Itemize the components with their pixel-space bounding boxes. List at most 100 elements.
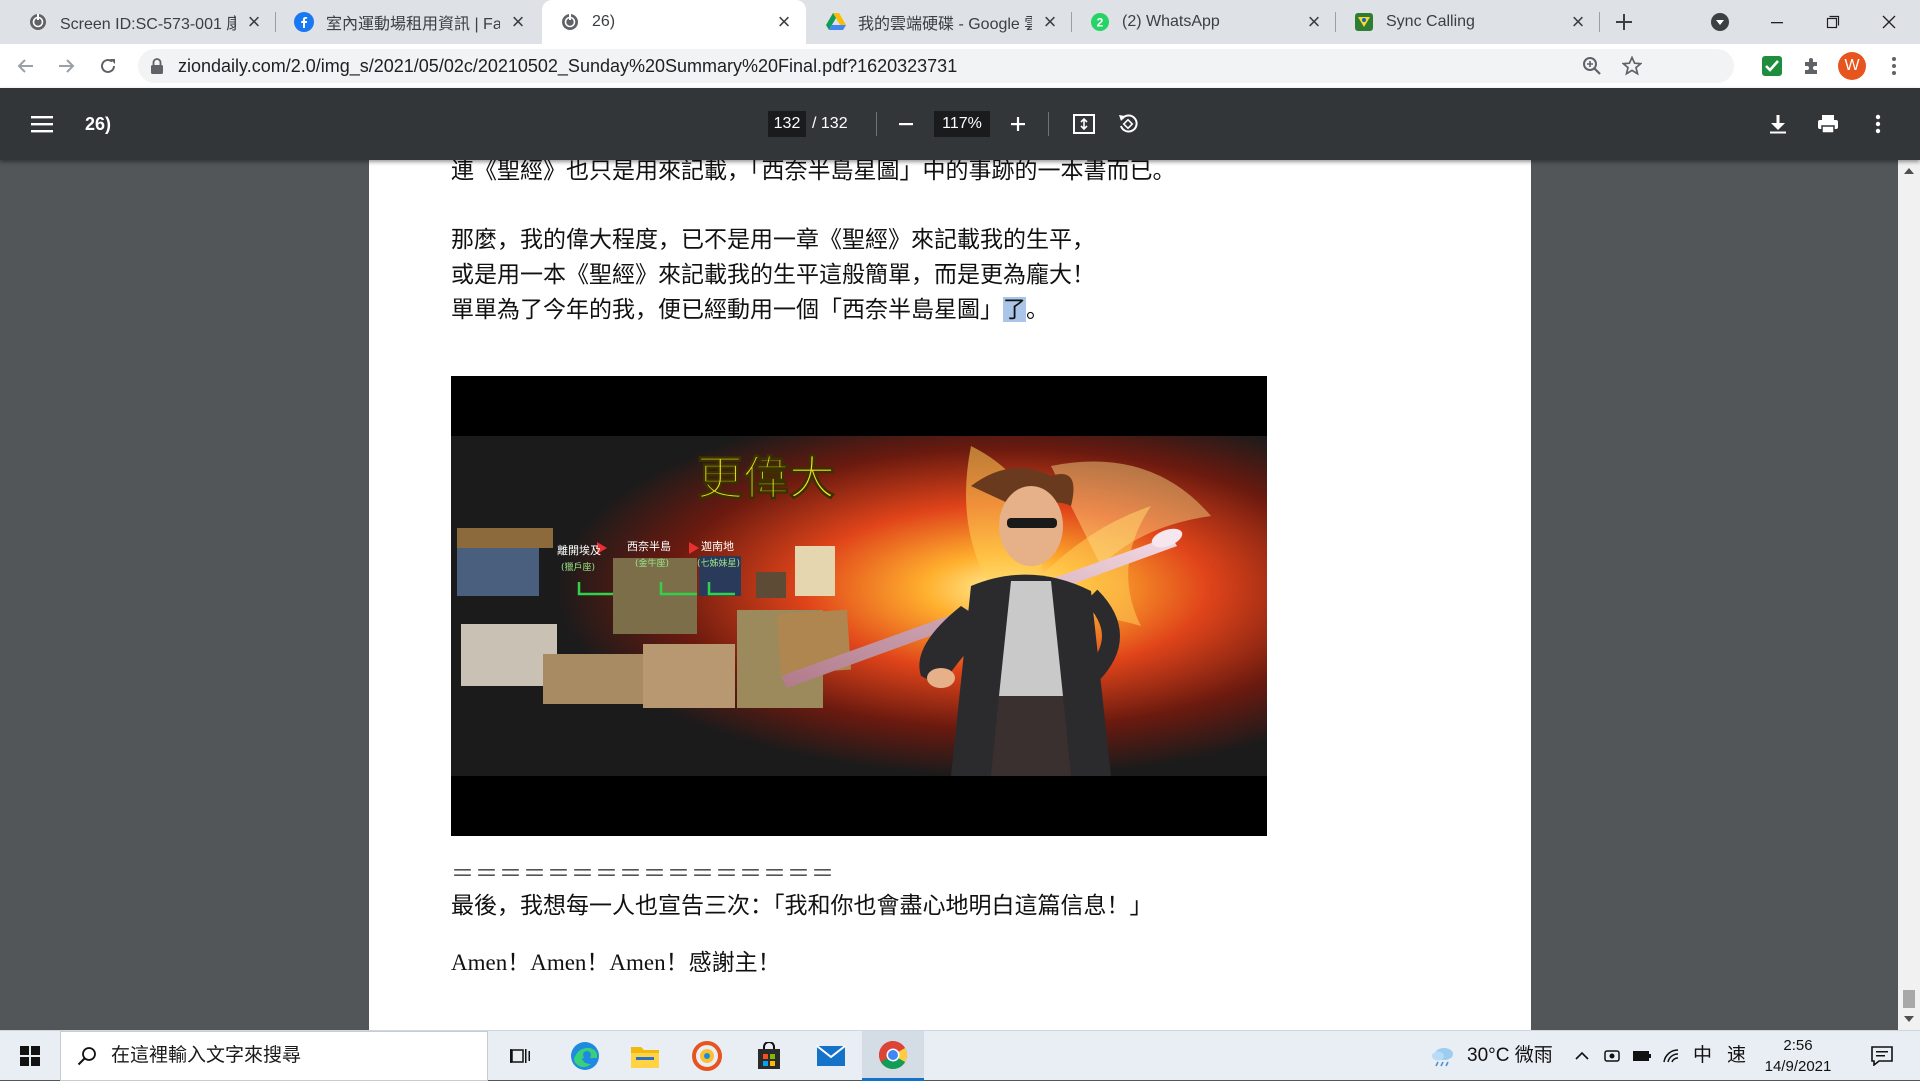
- print-button[interactable]: [1808, 104, 1848, 144]
- taskbar-search-box[interactable]: 在這裡輸入文字來搜尋: [60, 1031, 488, 1081]
- illustration-headline: 更偉大: [697, 451, 835, 505]
- whatsapp-icon: 2: [1090, 12, 1110, 32]
- google-drive-icon: [826, 12, 846, 32]
- close-tab-icon[interactable]: ×: [508, 11, 528, 33]
- close-tab-icon[interactable]: ×: [774, 11, 794, 33]
- tab-screen-id[interactable]: Screen ID:SC-573-001 康樂 ×: [10, 0, 276, 44]
- globe-icon: [28, 12, 48, 32]
- zoom-magnifier-icon[interactable]: [1582, 56, 1602, 81]
- cloud-rain-icon: [1432, 1048, 1453, 1067]
- tab-whatsapp[interactable]: 2 (2) WhatsApp ×: [1072, 0, 1336, 44]
- taskbar-clock[interactable]: 2:56 14/9/2021: [1760, 1035, 1836, 1077]
- pdf-more-button[interactable]: [1858, 104, 1898, 144]
- app-button-circle[interactable]: [682, 1031, 732, 1081]
- bookmark-star-icon[interactable]: [1621, 55, 1643, 81]
- mail-icon: [816, 1045, 846, 1066]
- tab-title: (2) WhatsApp: [1122, 13, 1220, 30]
- sync-calling-icon: [1354, 12, 1374, 32]
- address-bar[interactable]: ziondaily.com/2.0/img_s/2021/05/02c/2021…: [138, 49, 1734, 83]
- fit-to-page-button[interactable]: [1064, 104, 1104, 144]
- rotate-icon: [1119, 114, 1138, 133]
- notification-icon: [1871, 1046, 1893, 1066]
- scrollbar-thumb[interactable]: [1903, 990, 1915, 1008]
- search-placeholder: 在這裡輸入文字來搜尋: [111, 1045, 302, 1066]
- tab-google-drive[interactable]: 我的雲端硬碟 - Google 雲端硬碟 ×: [808, 0, 1072, 44]
- pdf-toolbar: 26) 132 / 132 117%: [0, 88, 1920, 160]
- mail-button[interactable]: [806, 1031, 856, 1081]
- folder-icon: [631, 1047, 659, 1068]
- close-window-button[interactable]: [1864, 0, 1914, 44]
- chrome-icon: [879, 1040, 907, 1069]
- start-button[interactable]: [0, 1031, 60, 1081]
- pdf-page: 連《聖經》也只是用來記載，「西奈半島星圖」中的事跡的一本書而已。 那麼，我的偉大…: [369, 160, 1531, 1030]
- chevron-up-icon: [1575, 1051, 1589, 1060]
- scroll-up-arrow-icon[interactable]: [1904, 168, 1914, 174]
- battery-icon[interactable]: [1630, 1031, 1654, 1081]
- file-explorer-button[interactable]: [620, 1031, 670, 1081]
- close-tab-icon[interactable]: ×: [1040, 11, 1060, 33]
- tray-overflow-button[interactable]: [1570, 1031, 1594, 1081]
- profile-button[interactable]: W: [1832, 44, 1872, 88]
- wifi-icon[interactable]: [1660, 1031, 1684, 1081]
- vertical-scrollbar[interactable]: [1898, 160, 1920, 1030]
- zoom-out-button[interactable]: [886, 104, 926, 144]
- avatar: W: [1838, 52, 1866, 80]
- clock-date: 14/9/2021: [1764, 1058, 1832, 1075]
- edge-icon: [571, 1042, 599, 1070]
- task-view-button[interactable]: [498, 1031, 542, 1081]
- rotate-button[interactable]: [1108, 104, 1148, 144]
- text-selection-highlight: 了: [1003, 297, 1026, 322]
- lock-icon: [150, 57, 164, 80]
- tab-title: 我的雲端硬碟 - Google 雲端硬碟: [858, 16, 1032, 33]
- reload-icon: [101, 58, 115, 73]
- new-tab-button[interactable]: [1606, 0, 1642, 44]
- close-tab-icon[interactable]: ×: [1304, 11, 1324, 33]
- back-button[interactable]: [6, 44, 46, 88]
- text-line: 連《聖經》也只是用來記載，「西奈半島星圖」中的事跡的一本書而已。: [451, 160, 1176, 183]
- minimize-icon: [1771, 22, 1783, 24]
- tab-sync-calling[interactable]: Sync Calling ×: [1336, 0, 1600, 44]
- fit-page-icon: [1073, 114, 1095, 134]
- tab-pdf-active[interactable]: 26) ×: [542, 0, 806, 44]
- clock-time: 2:56: [1783, 1037, 1813, 1054]
- download-button[interactable]: [1758, 104, 1798, 144]
- close-tab-icon[interactable]: ×: [1568, 11, 1588, 33]
- extension-check-button[interactable]: [1752, 44, 1792, 88]
- plus-icon: [1616, 14, 1632, 30]
- extensions-button[interactable]: [1792, 44, 1832, 88]
- tab-facebook[interactable]: 室內運動場租用資訊 | Facebook ×: [276, 0, 540, 44]
- reload-button[interactable]: [88, 44, 128, 88]
- scroll-down-arrow-icon[interactable]: [1904, 1016, 1914, 1022]
- close-tab-icon[interactable]: ×: [244, 11, 264, 33]
- ime-language-indicator[interactable]: 中: [1693, 1031, 1712, 1081]
- restore-button[interactable]: [1808, 0, 1858, 44]
- minus-icon: [899, 123, 913, 126]
- restore-icon: [1826, 15, 1840, 29]
- zoom-level-input[interactable]: 117%: [934, 111, 990, 137]
- meet-now-icon[interactable]: [1600, 1031, 1624, 1081]
- ime-mode-indicator[interactable]: 速: [1727, 1031, 1746, 1081]
- pdf-menu-button[interactable]: [22, 104, 62, 144]
- map-sublabel: (獵戶座): [561, 561, 595, 573]
- app-circle-icon: [692, 1041, 722, 1071]
- url-text: ziondaily.com/2.0/img_s/2021/05/02c/2021…: [178, 56, 958, 76]
- map-label: 離開埃及: [557, 543, 601, 557]
- minimize-button[interactable]: [1752, 0, 1802, 44]
- separator-line: ＝＝＝＝＝＝＝＝＝＝＝＝＝＝＝＝: [451, 861, 835, 886]
- zoom-in-button[interactable]: [998, 104, 1038, 144]
- forward-button[interactable]: [46, 44, 86, 88]
- weather-widget-icon[interactable]: [1428, 1031, 1458, 1081]
- pdf-viewer[interactable]: 連《聖經》也只是用來記載，「西奈半島星圖」中的事跡的一本書而已。 那麼，我的偉大…: [0, 160, 1920, 1030]
- notifications-button[interactable]: [1862, 1031, 1902, 1081]
- tab-search-button[interactable]: [1702, 0, 1738, 44]
- weather-text[interactable]: 30°C 微雨: [1467, 1031, 1553, 1081]
- chrome-app-button[interactable]: [862, 1031, 924, 1081]
- chrome-menu-button[interactable]: [1874, 44, 1914, 88]
- page-number-input[interactable]: 132: [768, 111, 806, 137]
- map-sublabel: (七姊妹星): [697, 557, 740, 569]
- edge-app-button[interactable]: [560, 1031, 610, 1081]
- store-button[interactable]: [744, 1031, 794, 1081]
- hamburger-icon: [31, 116, 53, 133]
- kebab-menu-icon: [1892, 57, 1896, 75]
- globe-icon: [560, 12, 580, 32]
